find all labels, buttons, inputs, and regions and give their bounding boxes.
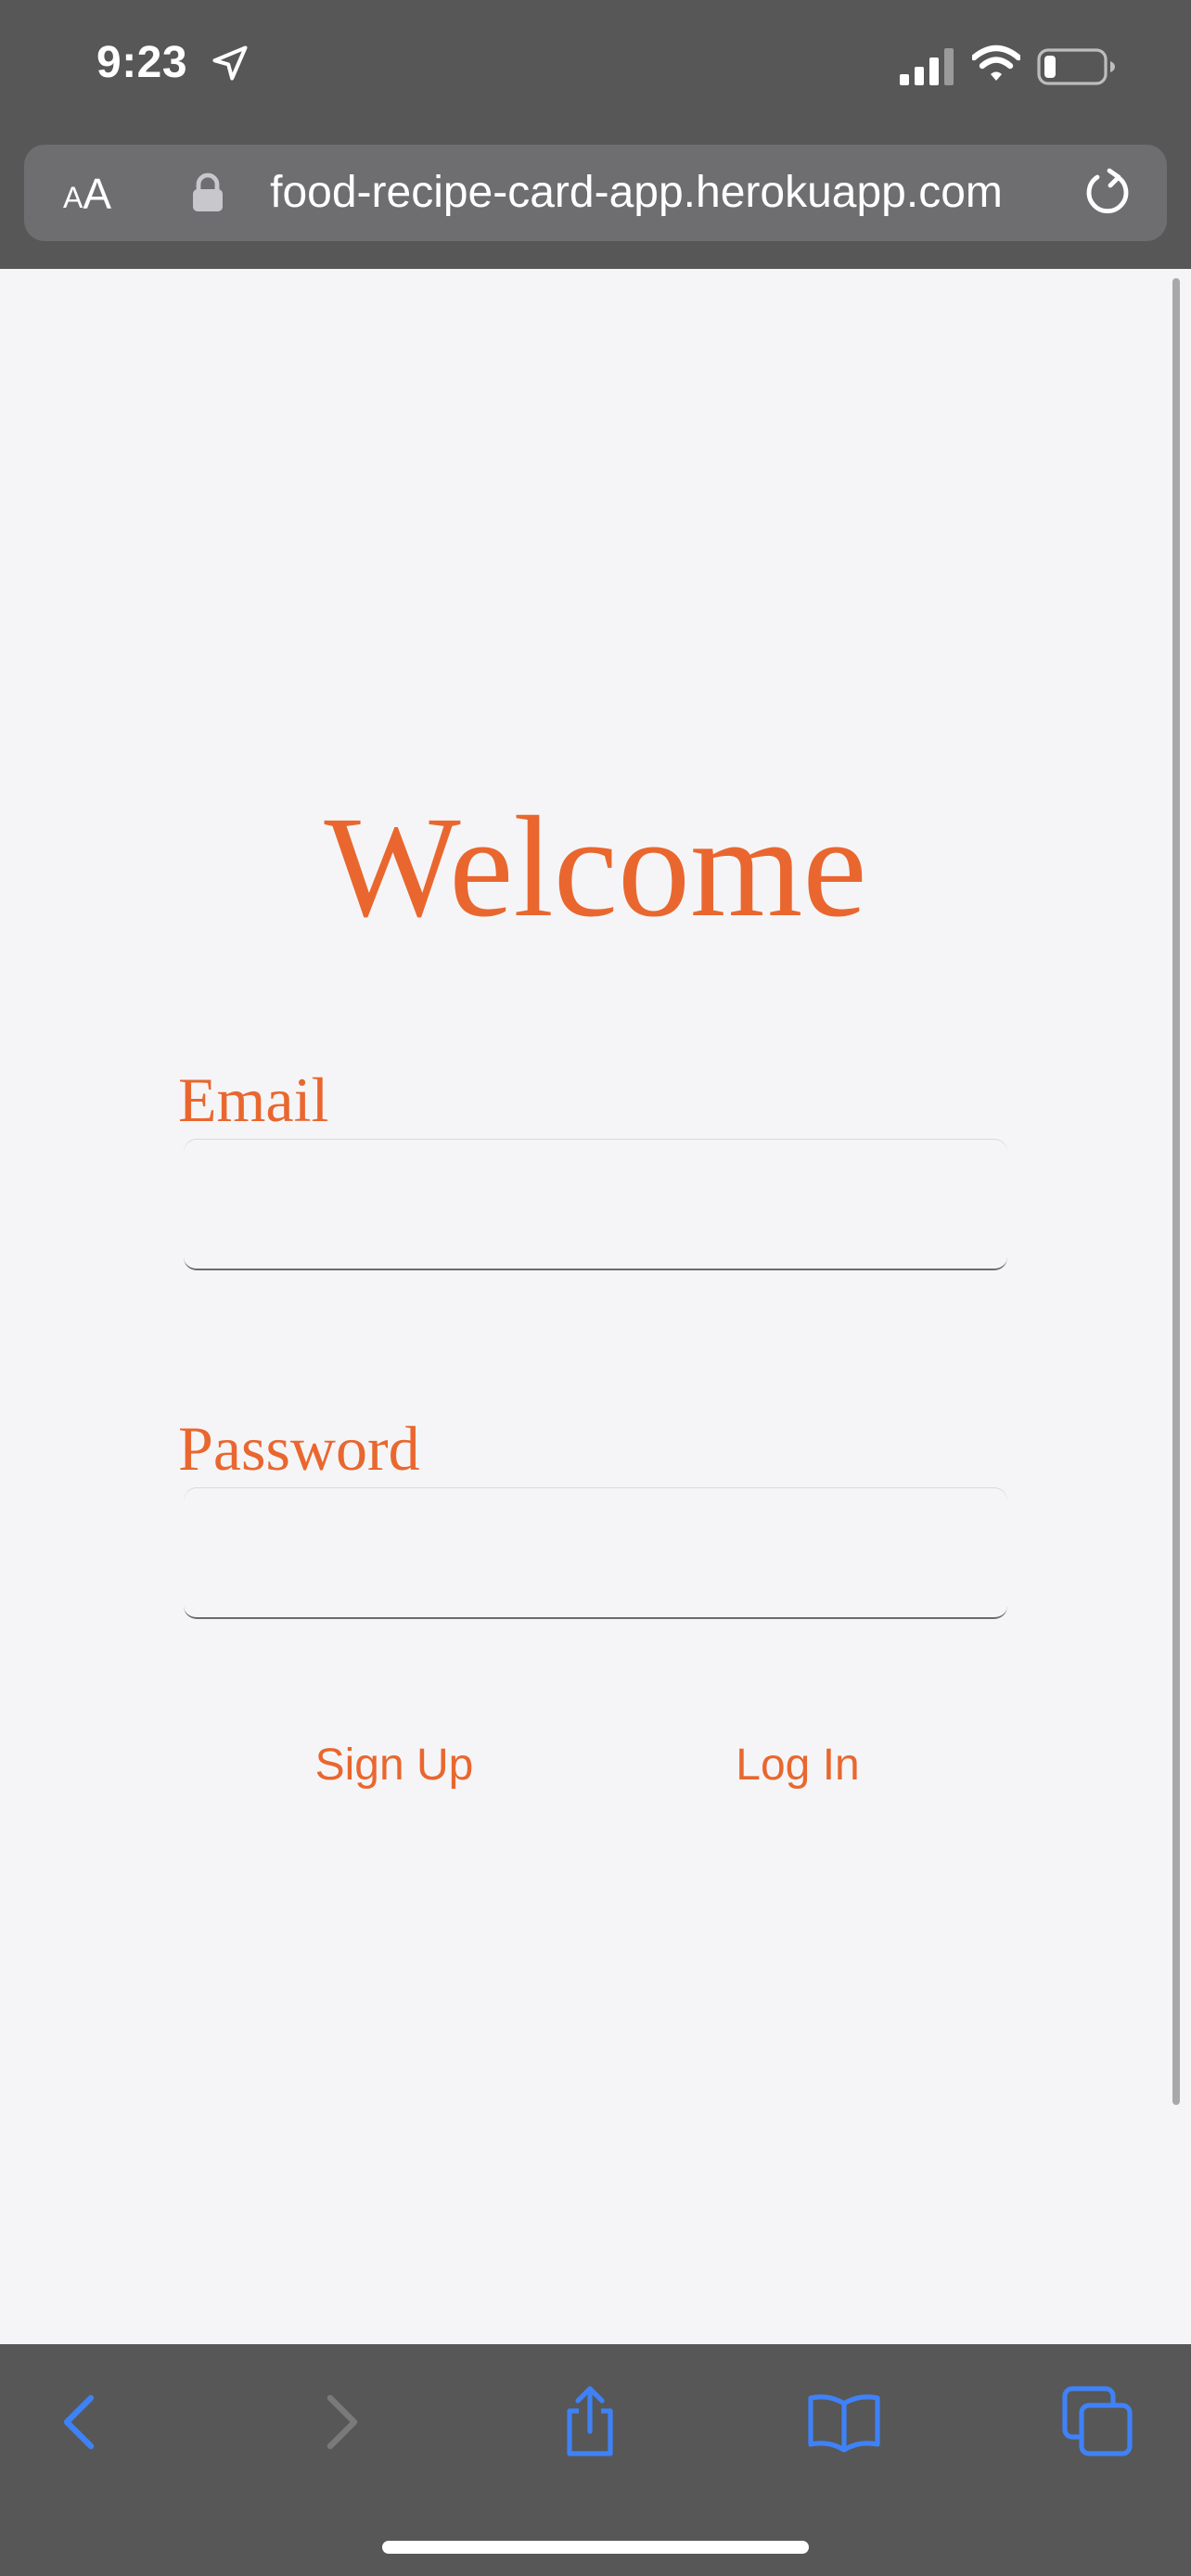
location-arrow-icon [212, 45, 248, 81]
address-bar[interactable]: A A food-recipe-card-app.herokuapp.com [24, 145, 1167, 241]
browser-top-chrome: 9:23 A A food-recipe-card-app.herokuapp.… [0, 0, 1191, 269]
url-text[interactable]: food-recipe-card-app.herokuapp.com [219, 165, 1054, 221]
reload-icon[interactable] [1082, 167, 1133, 219]
text-size-large-label: A [83, 170, 112, 218]
cellular-signal-icon [900, 48, 954, 85]
password-field[interactable] [184, 1487, 1007, 1619]
forward-icon[interactable] [301, 2383, 378, 2461]
sign-up-button[interactable]: Sign Up [297, 1732, 492, 1797]
tabs-icon[interactable] [1059, 2383, 1137, 2461]
home-indicator [382, 2541, 809, 2554]
text-size-button[interactable]: A A [63, 163, 137, 223]
page-scrollbar[interactable] [1172, 278, 1180, 2105]
battery-low-icon [1037, 48, 1115, 85]
wifi-icon [972, 45, 1020, 81]
share-icon[interactable] [551, 2383, 629, 2461]
status-time: 9:23 [96, 38, 188, 87]
page-title: Welcome [324, 786, 867, 947]
bookmarks-icon[interactable] [805, 2383, 883, 2461]
email-label: Email [178, 1065, 329, 1135]
email-field[interactable] [184, 1139, 1007, 1270]
status-bar: 9:23 [0, 0, 1191, 135]
password-label: Password [178, 1413, 420, 1484]
text-size-small-label: A [63, 181, 83, 214]
browser-toolbar [0, 2344, 1191, 2576]
back-icon[interactable] [43, 2383, 121, 2461]
log-in-button[interactable]: Log In [705, 1732, 890, 1797]
